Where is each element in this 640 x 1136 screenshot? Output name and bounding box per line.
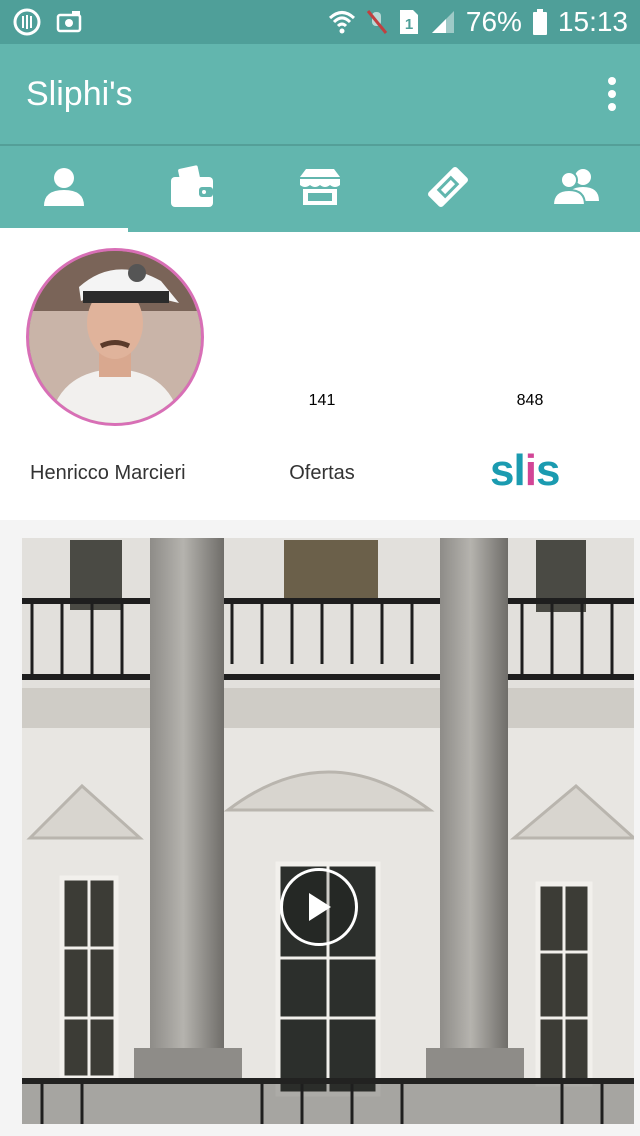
mute-icon (366, 9, 388, 35)
clock: 15:13 (557, 6, 628, 37)
tab-friends[interactable] (512, 146, 640, 232)
status-bar: 1 76% 15:13 (0, 0, 640, 44)
avatar[interactable] (26, 248, 204, 426)
wallet-icon (169, 164, 215, 214)
photo-notification-icon (56, 9, 84, 35)
sync-icon (12, 7, 42, 37)
play-icon (305, 891, 333, 923)
tab-store[interactable] (256, 146, 384, 232)
video-thumbnail[interactable] (22, 538, 634, 1124)
slis-logo: slis (490, 446, 560, 496)
battery-icon (532, 8, 548, 36)
app-bar: Sliphi's (0, 44, 640, 144)
slis-logo-text: slis (490, 446, 560, 495)
store-icon (298, 167, 342, 212)
play-button[interactable] (280, 868, 358, 946)
more-vert-icon[interactable] (606, 76, 618, 112)
profile-name: Henricco Marcieri (30, 462, 186, 484)
sim-icon: 1 (398, 8, 420, 36)
wifi-icon (328, 9, 356, 35)
ticket-icon (424, 163, 472, 216)
profile-card: 141 848 Henricco Marcieri Ofertas slis (0, 232, 640, 520)
person-icon (40, 166, 88, 213)
battery-percent: 76% (465, 6, 522, 37)
tab-bar (0, 144, 640, 232)
tab-profile[interactable] (0, 146, 128, 232)
offers-count: 141 (308, 392, 336, 409)
app-title: Sliphi's (26, 74, 133, 113)
slis-logo-i: i (524, 446, 537, 495)
slis-count: 848 (516, 392, 544, 409)
group-icon (551, 167, 601, 212)
tab-tickets[interactable] (384, 146, 512, 232)
tab-wallet[interactable] (128, 146, 256, 232)
offers-label: Ofertas (289, 462, 355, 484)
signal-icon (430, 9, 456, 35)
sim-label: 1 (405, 16, 413, 33)
